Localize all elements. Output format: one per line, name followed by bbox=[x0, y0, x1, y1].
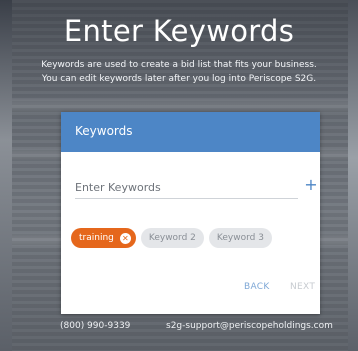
back-button[interactable]: BACK bbox=[244, 282, 270, 292]
background-band bbox=[0, 100, 358, 110]
page-subtitle: Keywords are used to create a bid list t… bbox=[0, 58, 358, 86]
page-title: Enter Keywords bbox=[63, 14, 295, 48]
add-keyword-button[interactable]: + bbox=[304, 175, 318, 194]
remove-chip-icon[interactable]: ✕ bbox=[119, 232, 131, 244]
keyword-chip-placeholder-2[interactable]: Keyword 2 bbox=[140, 228, 204, 248]
support-phone[interactable]: (800) 990-9339 bbox=[60, 321, 130, 331]
subtitle-line-2: You can edit keywords later after you lo… bbox=[41, 74, 317, 84]
right-edge bbox=[348, 0, 358, 351]
support-email[interactable]: s2g-support@periscopeholdings.com bbox=[166, 321, 333, 331]
keyword-input[interactable] bbox=[75, 176, 298, 199]
card-header: Keywords bbox=[61, 112, 320, 152]
subtitle-line-1: Keywords are used to create a bid list t… bbox=[41, 60, 317, 70]
chip-label: training bbox=[79, 233, 114, 243]
card-header-label: Keywords bbox=[75, 124, 133, 138]
chip-label: Keyword 3 bbox=[216, 233, 264, 243]
keyword-chip-training[interactable]: training ✕ bbox=[71, 228, 136, 248]
keywords-card: Keywords + training ✕ Keyword 2 Keyword … bbox=[61, 112, 320, 314]
chip-label: Keyword 2 bbox=[148, 233, 196, 243]
next-button[interactable]: NEXT bbox=[290, 282, 315, 292]
keyword-chip-placeholder-3[interactable]: Keyword 3 bbox=[208, 228, 272, 248]
left-edge bbox=[0, 0, 12, 351]
plus-icon: + bbox=[304, 175, 318, 194]
keyword-chips: training ✕ Keyword 2 Keyword 3 bbox=[71, 228, 272, 248]
